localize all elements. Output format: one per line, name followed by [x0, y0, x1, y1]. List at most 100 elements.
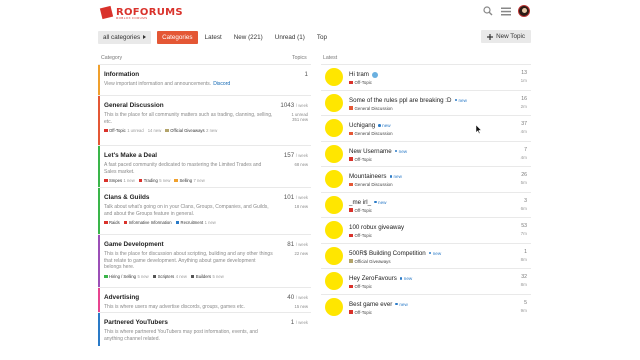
new-badge-label: new: [382, 123, 391, 128]
latest-topic-row[interactable]: New Username new Off-Topic 7 4m: [321, 140, 531, 167]
topic-activity-age[interactable]: 4m: [521, 128, 527, 135]
topic-count-value: 81: [287, 241, 295, 248]
category-name[interactable]: Let's Make a Deal: [104, 152, 305, 159]
category-color-bar: [98, 146, 100, 187]
subcategory-item[interactable]: Hiring / Selling 5 new: [104, 274, 149, 279]
subcategory-item[interactable]: 14 new: [148, 128, 162, 133]
latest-topic-row[interactable]: Hey ZeroFavours new Off-Topic 32 8m: [321, 268, 531, 294]
subcategory-item[interactable]: Recruitment 1 new: [175, 220, 216, 225]
topic-author-avatar[interactable]: [325, 221, 343, 239]
topic-category[interactable]: General Discussion: [349, 131, 393, 136]
category-row[interactable]: Clans & Guilds Talk about what's going on…: [98, 187, 311, 234]
latest-topic-row[interactable]: 100 robux giveaway Off-Topic 53 7m: [321, 217, 531, 243]
topic-activity-age[interactable]: 8m: [521, 281, 527, 288]
topic-activity-age[interactable]: 8m: [521, 256, 527, 263]
topic-title[interactable]: Uchigang new: [349, 122, 391, 129]
category-row[interactable]: Partnered YouTubers This is where partner…: [98, 312, 311, 346]
site-logo[interactable]: ROFORUMS ROBLOX FORUMS: [99, 5, 183, 20]
topic-activity-age[interactable]: 6m: [521, 205, 527, 212]
topic-category[interactable]: Off-Topic: [349, 310, 372, 315]
topic-author-avatar[interactable]: [325, 93, 343, 112]
topic-author-avatar[interactable]: [325, 297, 343, 316]
hamburger-menu-icon[interactable]: [500, 5, 512, 17]
user-avatar[interactable]: [518, 5, 530, 17]
category-name[interactable]: General Discussion: [104, 102, 305, 109]
topic-activity-age[interactable]: 7m: [521, 230, 527, 237]
topic-author-avatar[interactable]: [325, 246, 343, 265]
topic-category-label: Off-Topic: [354, 309, 373, 315]
site-header: ROFORUMS ROBLOX FORUMS: [0, 0, 640, 24]
topic-title[interactable]: _me irl_ new: [349, 199, 386, 206]
latest-topic-row[interactable]: Some of the rules ppl are breaking :D new…: [321, 89, 531, 116]
subcategory-item[interactable]: Trading 5 new: [138, 178, 171, 184]
topic-category[interactable]: Off-Topic: [349, 208, 372, 213]
subcategory-item[interactable]: Official Giveaways 2 new: [165, 128, 217, 133]
latest-topic-row[interactable]: Best game ever new Off-Topic 5 9m: [321, 293, 531, 320]
tab-categories[interactable]: Categories: [157, 30, 198, 44]
topic-activity-age[interactable]: 5m: [521, 179, 527, 186]
topic-activity-age[interactable]: 4m: [521, 154, 527, 161]
subcategory-item[interactable]: Off-Topic 1 unread: [104, 128, 144, 133]
topic-title[interactable]: 100 robux giveaway: [349, 224, 404, 231]
topic-title[interactable]: 500R$ Building Competition new: [349, 250, 441, 257]
topic-category[interactable]: Off-Topic: [349, 80, 372, 85]
topic-activity-age[interactable]: 2m: [521, 103, 527, 110]
subcategory-item[interactable]: Informative Information: [123, 220, 172, 225]
subcategory-item[interactable]: Selling 7 new: [174, 178, 205, 183]
category-row[interactable]: Advertising This is where users may adver…: [98, 287, 311, 312]
category-name[interactable]: Game Development: [104, 241, 305, 248]
category-link[interactable]: Discord: [213, 81, 230, 87]
latest-topic-row[interactable]: Uchigang new General Discussion 37 4m: [321, 115, 531, 141]
topic-category-color-square: [349, 310, 353, 314]
topic-author-avatar[interactable]: [325, 195, 343, 214]
topic-category[interactable]: Official Giveaways: [349, 259, 391, 264]
topic-title[interactable]: Best game ever new: [349, 301, 408, 308]
latest-topic-row[interactable]: Mountaineers new General Discussion 26 5m: [321, 166, 531, 192]
topic-category[interactable]: General Discussion: [349, 106, 393, 111]
tab-latest[interactable]: Latest: [200, 31, 227, 44]
category-name[interactable]: Advertising: [104, 294, 305, 301]
search-icon[interactable]: [482, 5, 494, 17]
tab-new[interactable]: New (221): [229, 31, 268, 44]
topic-title[interactable]: Hi tram: [349, 71, 378, 78]
subcategory-item[interactable]: Builders 5 new: [190, 274, 224, 279]
category-name[interactable]: Information: [104, 71, 305, 78]
topic-meta: 13 1m: [521, 70, 527, 85]
topic-author-avatar[interactable]: [325, 119, 343, 137]
category-row[interactable]: Information View important information an…: [98, 64, 311, 95]
latest-topic-row[interactable]: 500R$ Building Competition new Official Gi…: [321, 242, 531, 269]
category-name[interactable]: Clans & Guilds: [104, 194, 305, 201]
tab-top[interactable]: Top: [312, 31, 332, 44]
topic-activity-age[interactable]: 1m: [521, 77, 527, 84]
topic-title[interactable]: Hey ZeroFavours new: [349, 275, 412, 282]
subcategory-count: 5 new: [159, 178, 171, 184]
topic-category[interactable]: Off-Topic: [349, 233, 372, 238]
subcategory-item[interactable]: Scripters 4 new: [152, 274, 187, 279]
topic-author-avatar[interactable]: [325, 144, 343, 163]
category-color-bar: [98, 235, 100, 287]
topic-category[interactable]: General Discussion: [349, 182, 393, 187]
latest-topic-row[interactable]: _me irl_ new Off-Topic 3 6m: [321, 191, 531, 218]
subcategory-color-square: [152, 274, 157, 279]
topic-activity-age[interactable]: 9m: [521, 307, 527, 314]
category-name[interactable]: Partnered YouTubers: [104, 319, 305, 326]
topic-meta: 37 4m: [521, 121, 527, 136]
topic-author-avatar[interactable]: [325, 272, 343, 290]
topic-author-avatar[interactable]: [325, 68, 343, 86]
topic-author-avatar[interactable]: [325, 170, 343, 188]
tab-unread[interactable]: Unread (1): [270, 31, 310, 44]
latest-topic-row[interactable]: Hi tram Off-Topic 13 1m: [321, 64, 531, 90]
topic-title[interactable]: Some of the rules ppl are breaking :D new: [349, 97, 467, 104]
category-dropdown[interactable]: all categories: [98, 30, 152, 44]
topic-category[interactable]: Off-Topic: [349, 284, 372, 289]
topic-count-period: / week: [295, 195, 308, 200]
subcategory-item[interactable]: Smpes 1 new: [104, 178, 135, 183]
category-row[interactable]: Game Development This is the place for di…: [98, 234, 311, 287]
topic-title[interactable]: New Username new: [349, 148, 407, 155]
new-topic-button[interactable]: New Topic: [481, 30, 531, 43]
topic-category[interactable]: Off-Topic: [349, 157, 372, 162]
topic-title[interactable]: Mountaineers new: [349, 173, 402, 180]
category-row[interactable]: Let's Make a Deal A fast paced community …: [98, 145, 311, 187]
subcategory-item[interactable]: Raids: [104, 220, 120, 225]
category-row[interactable]: General Discussion This is the place for …: [98, 95, 311, 145]
